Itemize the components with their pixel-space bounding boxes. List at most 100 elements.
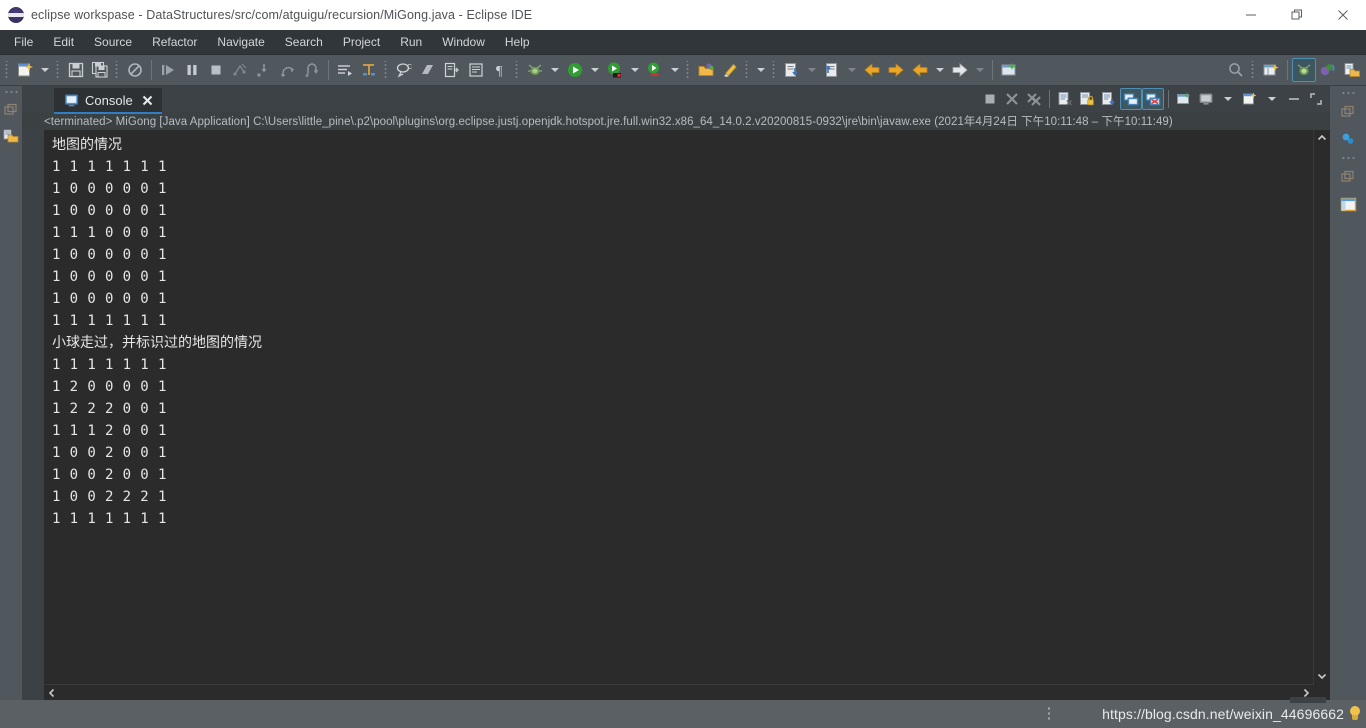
toolbar-grip-right[interactable] bbox=[1250, 61, 1257, 79]
step-return-button[interactable] bbox=[300, 58, 324, 82]
new-wizard-button[interactable] bbox=[13, 58, 37, 82]
restore-view-bottom-button[interactable] bbox=[1337, 167, 1359, 187]
toggle-mark-occurrences-button[interactable] bbox=[357, 58, 381, 82]
external-tools-dropdown[interactable] bbox=[667, 58, 683, 82]
open-console-dropdown[interactable] bbox=[1261, 88, 1283, 110]
perspective-debug-button[interactable] bbox=[1292, 58, 1316, 82]
status-bar-grip[interactable] bbox=[1047, 706, 1051, 722]
new-java-class-button[interactable]: C bbox=[392, 58, 416, 82]
remove-all-terminated-button[interactable] bbox=[1023, 88, 1045, 110]
display-selected-console-button[interactable] bbox=[1195, 88, 1217, 110]
minimize-panel-button[interactable] bbox=[1283, 88, 1305, 110]
suspend-button[interactable] bbox=[180, 58, 204, 82]
toggle-word-wrap-button[interactable] bbox=[333, 58, 357, 82]
search-button[interactable] bbox=[1224, 58, 1248, 82]
next-annotation-button[interactable] bbox=[780, 58, 804, 82]
menu-window[interactable]: Window bbox=[432, 31, 495, 53]
next-annotation-dropdown[interactable] bbox=[804, 58, 820, 82]
menu-edit[interactable]: Edit bbox=[43, 31, 84, 53]
previous-annotation-button[interactable] bbox=[820, 58, 844, 82]
maximize-panel-button[interactable] bbox=[1305, 88, 1327, 110]
menu-navigate[interactable]: Navigate bbox=[207, 31, 274, 53]
menu-run[interactable]: Run bbox=[390, 31, 432, 53]
debug-button[interactable] bbox=[523, 58, 547, 82]
task-list-button[interactable] bbox=[1337, 194, 1359, 214]
package-explorer-button[interactable] bbox=[0, 126, 22, 146]
save-button[interactable] bbox=[64, 58, 88, 82]
terminate-button[interactable] bbox=[204, 58, 228, 82]
console-horizontal-scrollbar[interactable] bbox=[44, 684, 1314, 700]
restore-view-button[interactable] bbox=[0, 100, 22, 120]
close-button[interactable] bbox=[1320, 0, 1366, 30]
skip-all-breakpoints-button[interactable] bbox=[123, 58, 147, 82]
tab-console[interactable]: Console bbox=[54, 88, 162, 114]
toolbar-grip-2[interactable] bbox=[55, 61, 62, 79]
scroll-lock-button[interactable] bbox=[1076, 88, 1098, 110]
right-bar-grip-bottom[interactable] bbox=[1341, 156, 1355, 160]
restore-button[interactable] bbox=[1274, 0, 1320, 30]
toolbar-grip-5[interactable] bbox=[514, 61, 521, 79]
remove-launch-button[interactable] bbox=[1001, 88, 1023, 110]
toolbar-grip-8[interactable] bbox=[771, 61, 778, 79]
show-whitespace-button[interactable] bbox=[464, 58, 488, 82]
disconnect-button[interactable] bbox=[228, 58, 252, 82]
resume-button[interactable] bbox=[156, 58, 180, 82]
menu-source[interactable]: Source bbox=[84, 31, 142, 53]
new-wizard-dropdown[interactable] bbox=[37, 58, 53, 82]
run-button[interactable] bbox=[563, 58, 587, 82]
display-selected-console-dropdown[interactable] bbox=[1217, 88, 1239, 110]
terminate-console-button[interactable] bbox=[979, 88, 1001, 110]
scroll-up-button[interactable] bbox=[1314, 130, 1330, 146]
open-type-button[interactable] bbox=[440, 58, 464, 82]
run-coverage-dropdown[interactable] bbox=[627, 58, 643, 82]
run-dropdown[interactable] bbox=[587, 58, 603, 82]
back-history-button[interactable] bbox=[908, 58, 932, 82]
pin-console-button[interactable] bbox=[1173, 88, 1195, 110]
open-perspective-button[interactable] bbox=[1259, 58, 1283, 82]
new-window-button[interactable] bbox=[997, 58, 1021, 82]
show-console-on-output-button[interactable] bbox=[1120, 88, 1142, 110]
perspective-resource-button[interactable] bbox=[1340, 58, 1364, 82]
word-wrap-console-button[interactable] bbox=[1098, 88, 1120, 110]
toolbar-grip[interactable] bbox=[4, 61, 11, 79]
forward-button[interactable] bbox=[884, 58, 908, 82]
forward-history-dropdown[interactable] bbox=[972, 58, 988, 82]
debug-dropdown[interactable] bbox=[547, 58, 563, 82]
toolbar-grip-7[interactable] bbox=[744, 61, 751, 79]
left-bar-grip[interactable] bbox=[4, 90, 18, 94]
run-coverage-button[interactable] bbox=[603, 58, 627, 82]
step-into-button[interactable] bbox=[252, 58, 276, 82]
save-all-button[interactable] bbox=[88, 58, 112, 82]
back-button[interactable] bbox=[860, 58, 884, 82]
outline-view-button[interactable] bbox=[1337, 129, 1359, 149]
restore-view-top-button[interactable] bbox=[1337, 102, 1359, 122]
menu-project[interactable]: Project bbox=[333, 31, 390, 53]
show-console-on-error-button[interactable] bbox=[1142, 88, 1164, 110]
right-bar-grip-top[interactable] bbox=[1341, 91, 1355, 95]
scroll-down-button[interactable] bbox=[1314, 668, 1330, 684]
menu-help[interactable]: Help bbox=[495, 31, 540, 53]
clear-console-button[interactable] bbox=[1054, 88, 1076, 110]
perspective-java-button[interactable] bbox=[1316, 58, 1340, 82]
quick-fix-button[interactable] bbox=[718, 58, 742, 82]
external-tools-button[interactable] bbox=[643, 58, 667, 82]
close-icon[interactable] bbox=[142, 95, 153, 106]
toolbar-grip-6[interactable] bbox=[685, 61, 692, 79]
open-console-button[interactable] bbox=[1239, 88, 1261, 110]
forward-history-button[interactable] bbox=[948, 58, 972, 82]
menu-file[interactable]: File bbox=[4, 31, 43, 53]
toolbar-grip-3[interactable] bbox=[114, 61, 121, 79]
misc-dropdown[interactable] bbox=[753, 58, 769, 82]
new-java-package-button[interactable] bbox=[416, 58, 440, 82]
menu-search[interactable]: Search bbox=[275, 31, 333, 53]
toolbar-grip-4[interactable] bbox=[383, 61, 390, 79]
console-text[interactable]: 地图的情况 1 1 1 1 1 1 1 1 0 0 0 0 0 1 1 0 0 0 0… bbox=[44, 130, 1313, 684]
console-vertical-scrollbar[interactable] bbox=[1313, 130, 1330, 684]
pilcrow-button[interactable]: ¶ bbox=[488, 58, 512, 82]
step-over-button[interactable] bbox=[276, 58, 300, 82]
previous-annotation-dropdown[interactable] bbox=[844, 58, 860, 82]
horizontal-scroll-track[interactable] bbox=[60, 685, 1298, 701]
open-task-button[interactable] bbox=[694, 58, 718, 82]
scroll-left-button[interactable] bbox=[44, 685, 60, 701]
menu-refactor[interactable]: Refactor bbox=[142, 31, 207, 53]
